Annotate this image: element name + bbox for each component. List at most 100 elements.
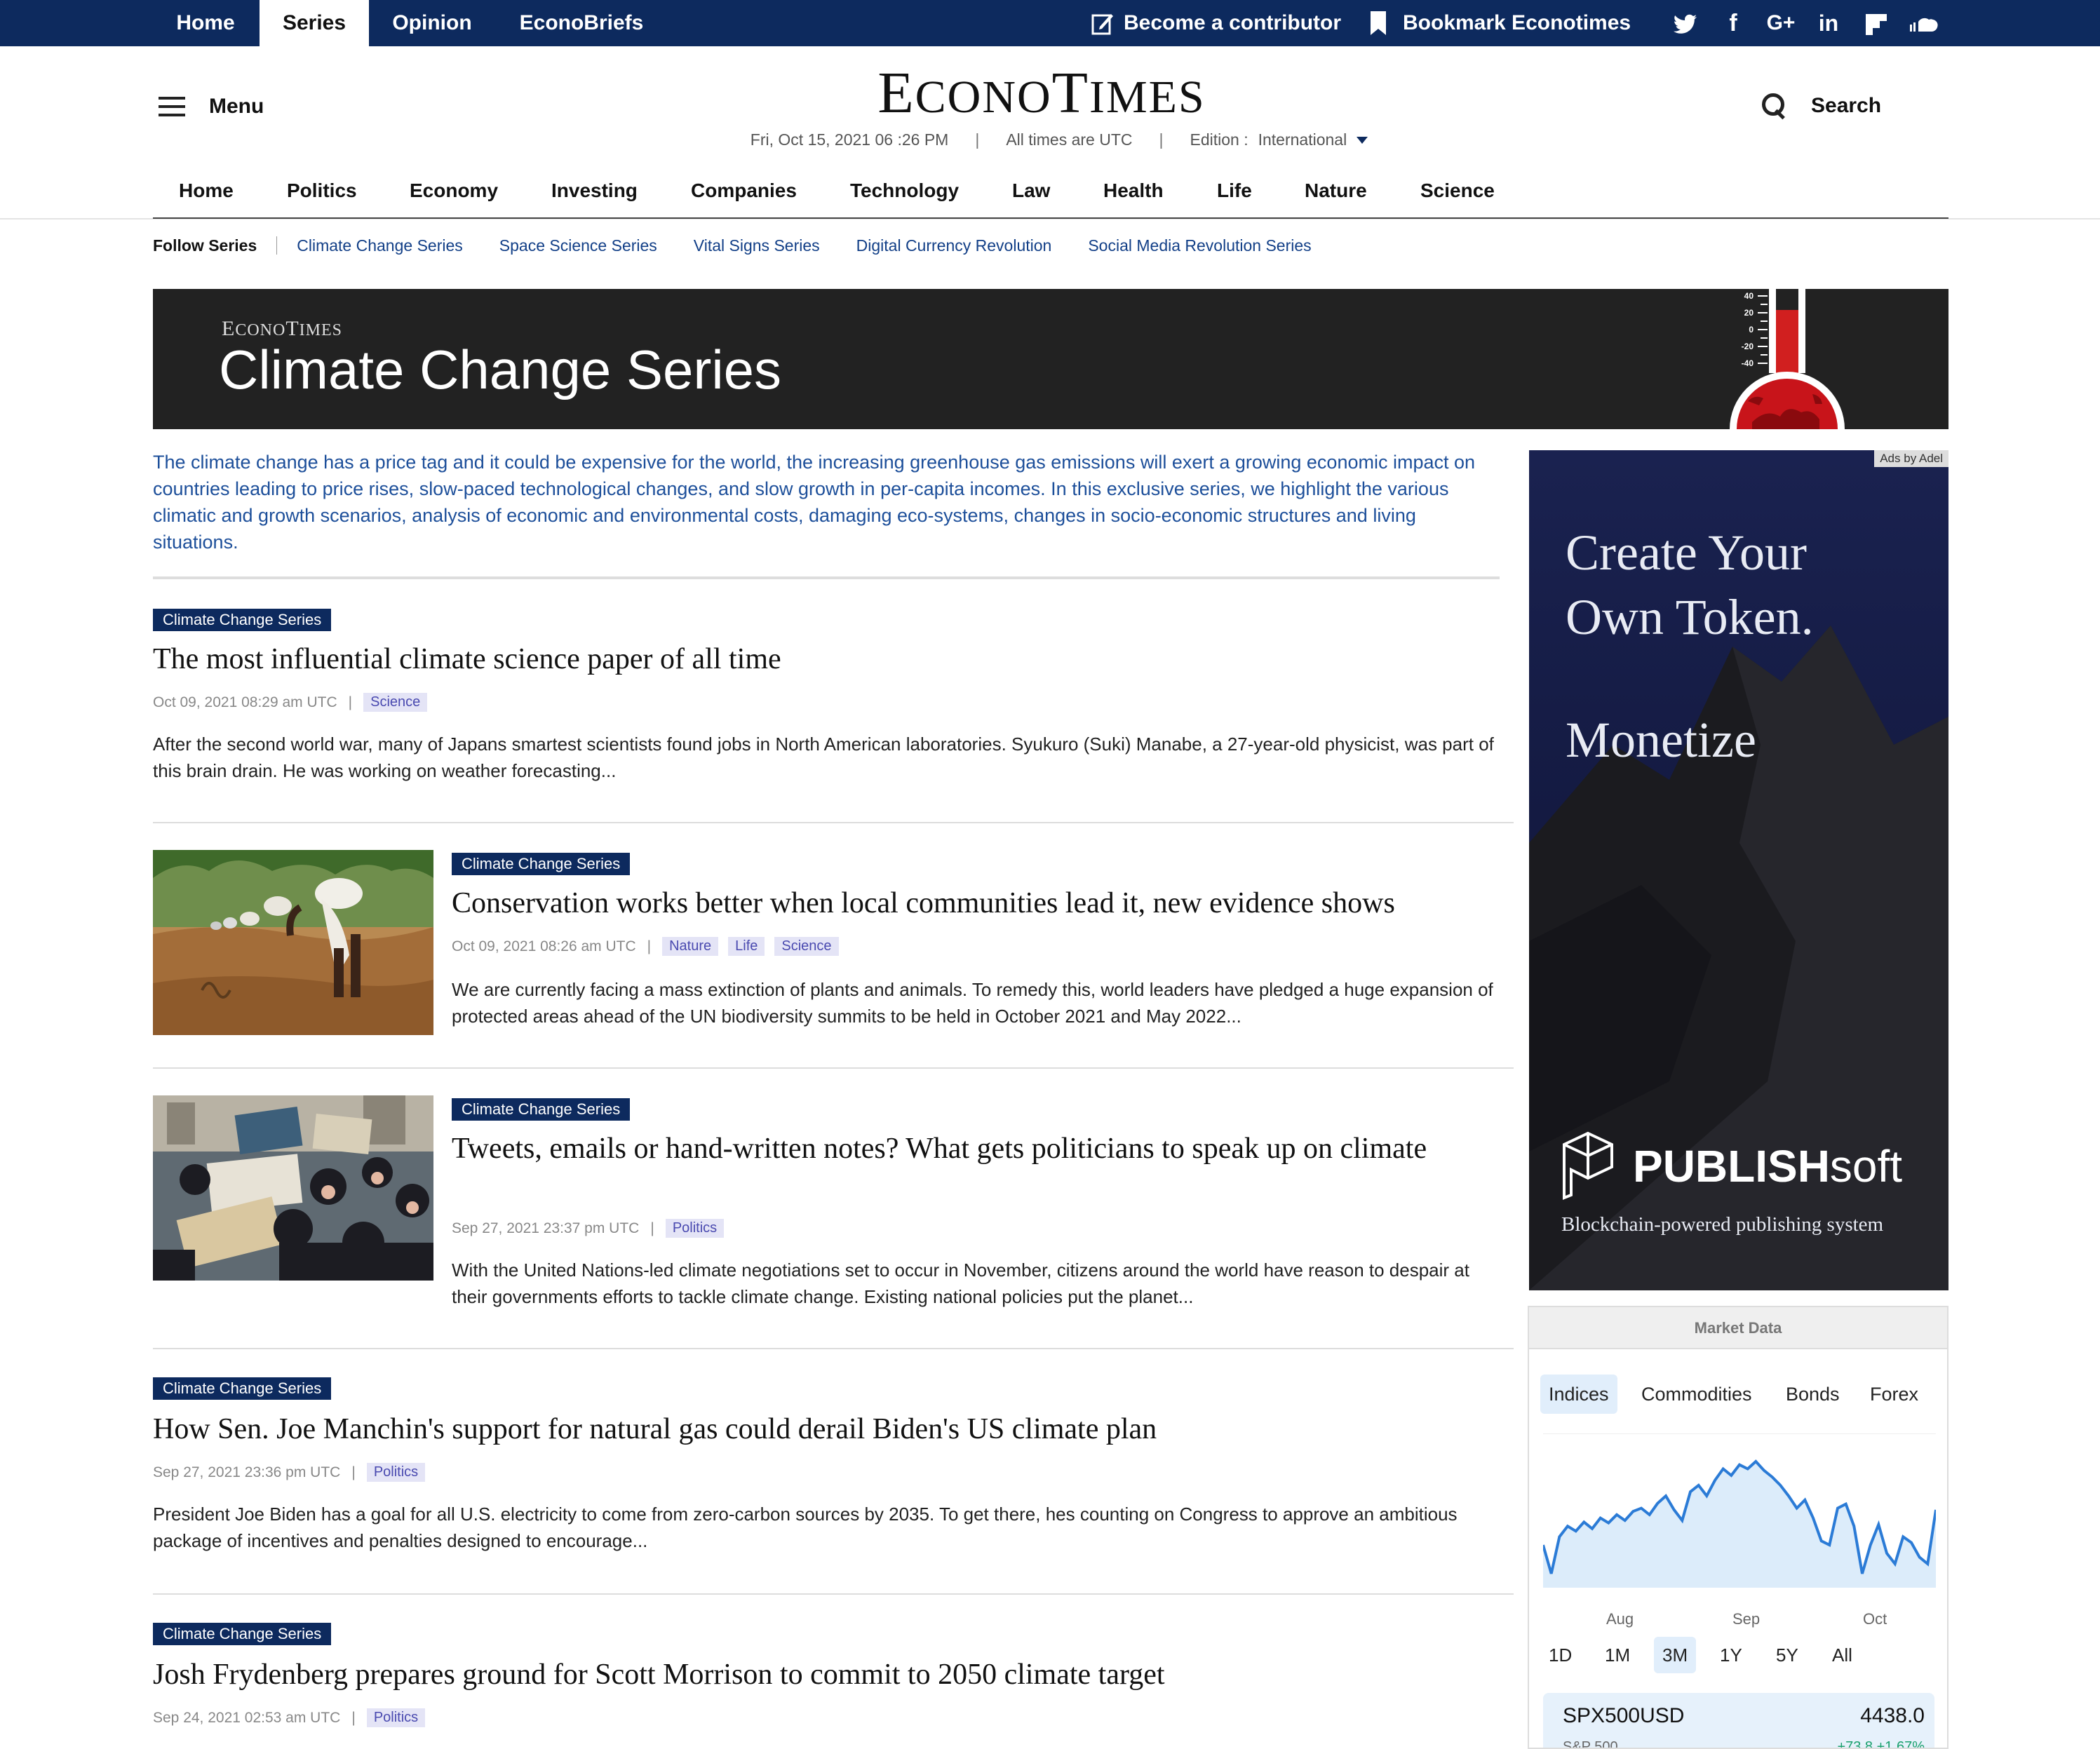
ad-label[interactable]: Ads by Adel <box>1874 450 1948 467</box>
bookmark-icon[interactable] <box>1371 11 1386 35</box>
nav-law[interactable]: Law <box>1012 180 1050 202</box>
series-badge[interactable]: Climate Change Series <box>452 853 631 875</box>
market-chart[interactable] <box>1543 1433 1936 1595</box>
article-thumbnail[interactable] <box>153 850 433 1035</box>
ad-headline-line-2: Own Token. <box>1566 589 1814 645</box>
tab-bonds[interactable]: Bonds <box>1777 1375 1848 1414</box>
article-date: Oct 09, 2021 08:29 am UTC <box>153 694 337 710</box>
thermo-scale-0: 0 <box>1749 325 1754 335</box>
follow-link-space[interactable]: Space Science Series <box>499 236 657 255</box>
edition-select[interactable]: International <box>1258 130 1347 149</box>
separator <box>276 236 278 255</box>
follow-series-label: Follow Series <box>153 236 257 255</box>
tab-commodities[interactable]: Commodities <box>1633 1375 1761 1414</box>
divider <box>153 822 1514 823</box>
quote-name: S&P 500 <box>1563 1739 1618 1749</box>
follow-series-bar: Follow Series Climate Change Series Spac… <box>153 234 1348 257</box>
nav-politics[interactable]: Politics <box>287 180 357 202</box>
market-data-title: Market Data <box>1529 1307 1947 1349</box>
ad-brand: PUBLISHsoft <box>1633 1140 1902 1192</box>
twitter-icon[interactable] <box>1669 0 1702 46</box>
search-button[interactable]: Search <box>1762 90 1881 122</box>
google-plus-icon[interactable]: G+ <box>1765 0 1797 46</box>
nav-companies[interactable]: Companies <box>691 180 797 202</box>
nav-investing[interactable]: Investing <box>551 180 638 202</box>
article-title[interactable]: How Sen. Joe Manchin's support for natur… <box>153 1411 1500 1447</box>
quote-row[interactable]: SPX500USD 4438.0 S&P 500 +73.8 +1.67% <box>1543 1693 1934 1749</box>
article-thumbnail[interactable] <box>153 1095 433 1281</box>
search-label: Search <box>1811 94 1882 117</box>
facebook-icon[interactable]: f <box>1717 0 1749 46</box>
market-data-widget: Market Data Indices Commodities Bonds Fo… <box>1528 1306 1948 1749</box>
tag-politics[interactable]: Politics <box>366 1708 426 1727</box>
range-1y[interactable]: 1Y <box>1711 1637 1751 1673</box>
series-badge[interactable]: Climate Change Series <box>153 1623 332 1645</box>
advertisement[interactable]: Ads by Adel Create Your Own Token. Monet… <box>1529 450 1948 1290</box>
tag-nature[interactable]: Nature <box>662 937 719 956</box>
article-title[interactable]: The most influential climate science pap… <box>153 641 1500 677</box>
range-all[interactable]: All <box>1824 1637 1861 1673</box>
topnav-econobriefs[interactable]: EconoBriefs <box>508 0 655 46</box>
caret-down-icon[interactable] <box>1357 136 1368 144</box>
brand-letter-t: T <box>285 317 299 340</box>
article-title[interactable]: Conservation works better when local com… <box>452 885 1504 921</box>
divider <box>153 1348 1514 1349</box>
logo-letter-t: T <box>1051 60 1089 126</box>
article-meta: Oct 09, 2021 08:26 am UTC | Nature Life S… <box>452 937 849 956</box>
nav-economy[interactable]: Economy <box>410 180 498 202</box>
series-badge[interactable]: Climate Change Series <box>452 1098 631 1121</box>
range-5y[interactable]: 5Y <box>1768 1637 1807 1673</box>
tag-science[interactable]: Science <box>774 937 839 956</box>
bookmark-link[interactable]: Bookmark Econotimes <box>1403 0 1631 46</box>
tag-politics[interactable]: Politics <box>665 1219 725 1238</box>
range-1d[interactable]: 1D <box>1540 1637 1580 1673</box>
quote-symbol: SPX500USD <box>1563 1704 1685 1727</box>
article-meta: Oct 09, 2021 08:29 am UTC | Science <box>153 693 437 712</box>
topnav-series[interactable]: Series <box>260 0 369 46</box>
range-3m[interactable]: 3M <box>1654 1637 1697 1673</box>
nav-life[interactable]: Life <box>1217 180 1252 202</box>
series-badge[interactable]: Climate Change Series <box>153 1377 332 1400</box>
tab-forex[interactable]: Forex <box>1862 1375 1927 1414</box>
follow-link-digital-currency[interactable]: Digital Currency Revolution <box>856 236 1052 255</box>
tab-indices[interactable]: Indices <box>1540 1375 1617 1414</box>
thermo-scale-minus-20: -20 <box>1742 342 1754 351</box>
tag-science[interactable]: Science <box>363 693 428 712</box>
brand-letters-cono: CONO <box>235 321 286 339</box>
nav-health[interactable]: Health <box>1103 180 1164 202</box>
nav-home[interactable]: Home <box>179 180 234 202</box>
edit-icon[interactable] <box>1091 11 1114 35</box>
range-1m[interactable]: 1M <box>1596 1637 1638 1673</box>
soundcloud-icon[interactable] <box>1908 0 1940 46</box>
timezone-note: All times are UTC <box>1006 130 1133 149</box>
follow-link-climate[interactable]: Climate Change Series <box>297 236 463 255</box>
site-logo[interactable]: ECONOTIMES <box>828 62 1256 129</box>
become-contributor-link[interactable]: Become a contributor <box>1124 0 1341 46</box>
flipboard-icon[interactable] <box>1860 0 1892 46</box>
article-title[interactable]: Josh Frydenberg prepares ground for Scot… <box>153 1656 1500 1693</box>
follow-link-social-media[interactable]: Social Media Revolution Series <box>1088 236 1311 255</box>
linkedin-icon[interactable]: in <box>1812 0 1845 46</box>
nav-nature[interactable]: Nature <box>1305 180 1367 202</box>
quote-value: 4438.0 <box>1860 1704 1925 1727</box>
tag-life[interactable]: Life <box>728 937 765 956</box>
menu-button[interactable]: Menu <box>159 91 264 122</box>
article-excerpt: With the United Nations-led climate nego… <box>452 1260 1469 1307</box>
ad-subheadline: Monetize <box>1566 712 1756 768</box>
logo-letter-e: E <box>877 60 915 126</box>
nav-technology[interactable]: Technology <box>850 180 959 202</box>
publishsoft-logo-icon <box>1563 1131 1613 1200</box>
series-badge[interactable]: Climate Change Series <box>153 609 332 631</box>
article-title[interactable]: Tweets, emails or hand-written notes? Wh… <box>452 1130 1476 1167</box>
nav-science[interactable]: Science <box>1420 180 1495 202</box>
topnav-opinion[interactable]: Opinion <box>376 0 488 46</box>
search-icon <box>1762 93 1787 119</box>
ad-brand-light: soft <box>1829 1141 1903 1191</box>
current-datetime: Fri, Oct 15, 2021 06 :26 PM <box>750 130 949 149</box>
article-meta: Sep 24, 2021 02:53 am UTC | Politics <box>153 1708 435 1727</box>
ad-brand-bold: PUBLISH <box>1633 1141 1830 1191</box>
topnav-home[interactable]: Home <box>159 0 253 46</box>
tag-politics[interactable]: Politics <box>366 1463 426 1482</box>
hamburger-icon <box>159 97 185 116</box>
follow-link-vital-signs[interactable]: Vital Signs Series <box>694 236 820 255</box>
